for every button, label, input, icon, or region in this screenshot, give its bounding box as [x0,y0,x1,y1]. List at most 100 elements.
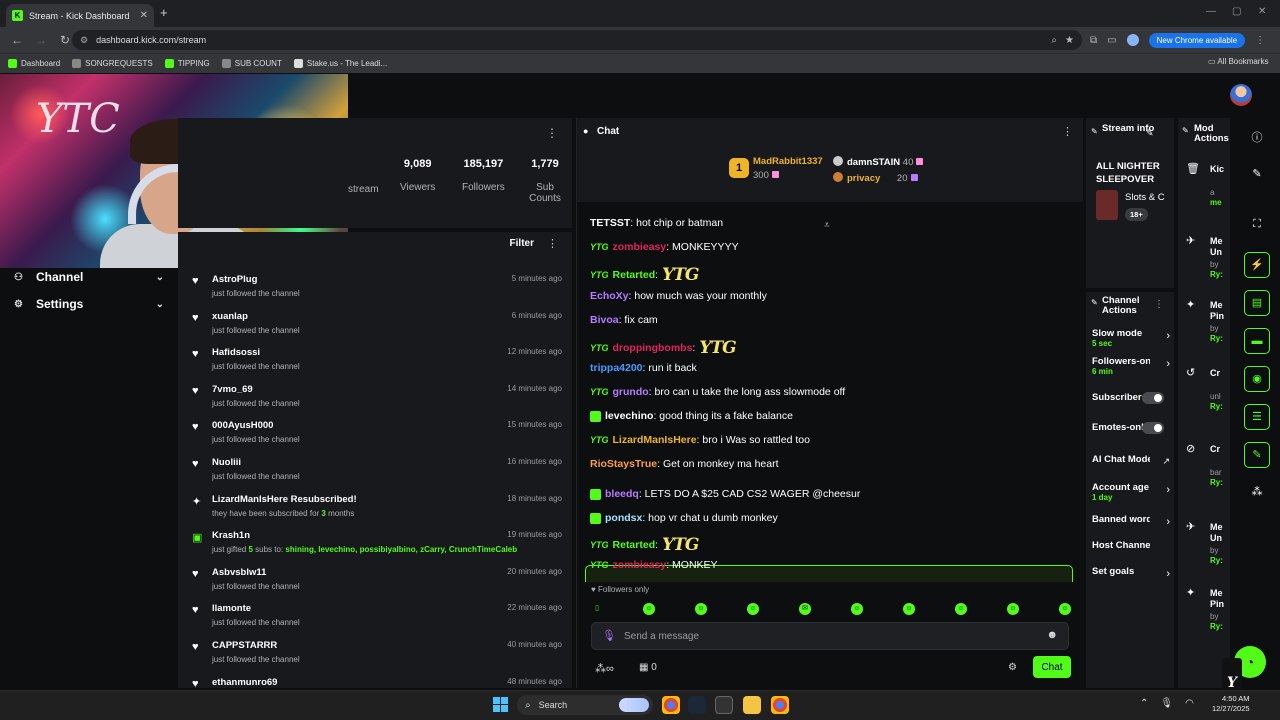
steam-taskbar-icon[interactable] [688,696,706,714]
category-name[interactable]: Slots & Casino [1125,192,1165,203]
feed-item-name[interactable]: AstroPlug [212,274,257,285]
mod-action-user[interactable]: Ry: [1210,270,1223,279]
extensions-icon[interactable]: ⧉ [1090,35,1097,46]
filter-button[interactable]: Filter [510,238,534,249]
feed-item-name[interactable]: 7vmo_69 [212,384,253,395]
emote-icon[interactable]: ☺ [1007,603,1019,615]
chat-username[interactable]: zombieasy [613,559,667,571]
channel-action-item[interactable]: Slow mode 5 sec › [1092,328,1170,348]
microphone-tray-icon[interactable]: 🎙 [1160,698,1173,709]
taskbar-search[interactable]: ⌕ Search [517,695,653,715]
channel-action-item[interactable]: Account age 1 day › [1092,482,1170,502]
chat-username[interactable]: Retarted [613,539,656,551]
settings-taskbar-icon[interactable] [715,696,733,714]
chat-username[interactable]: trippa4200 [590,362,643,374]
maximize-icon[interactable]: ▢ [1232,6,1241,17]
channel-action-item[interactable]: Host Channel [1092,540,1170,551]
apps-icon[interactable]: ⁂ [1244,480,1270,506]
bookmark-stake[interactable]: Stake.us - The Leadi... [293,59,387,68]
second-gifter[interactable]: damnSTAIN 40 [833,156,924,168]
channel-action-item[interactable]: Subscribers [1092,392,1170,404]
feed-item-name[interactable]: Krash1n [212,530,250,541]
new-tab-button[interactable]: + [160,5,168,20]
store-icon[interactable]: ▦ 0 [639,662,657,673]
profile-avatar[interactable] [1126,34,1139,46]
wrench-icon[interactable]: ✎ [1244,442,1270,468]
sidepanel-icon[interactable]: ▭ [1107,35,1116,46]
user-avatar[interactable] [1230,84,1252,106]
site-info-icon[interactable]: ⚙ [80,35,88,46]
chat-username[interactable]: pondsx [605,512,642,524]
emote-icon[interactable]: ☺ [747,603,759,615]
bookmark-star-icon[interactable]: ★ [1065,35,1074,46]
chat-username[interactable]: RioStaysTrue [590,458,657,470]
feed-item-name[interactable]: 000AyusH000 [212,420,273,431]
close-tab-icon[interactable]: ✕ [140,10,148,21]
chrome-taskbar-icon[interactable] [662,696,680,714]
new-chrome-available-button[interactable]: New Chrome available [1148,32,1246,48]
lightning-icon[interactable]: ⚡ [1244,252,1270,278]
channel-action-item[interactable]: AI Chat Moderation ↗ [1092,454,1170,466]
toggle-switch[interactable] [1142,422,1164,434]
channel-action-item[interactable]: Emotes-only [1092,422,1170,434]
feed-item-name[interactable]: xuanlap [212,311,248,322]
channel-actions-menu-icon[interactable]: ⋮ [1154,299,1164,310]
forward-icon[interactable]: → [34,33,48,47]
pencil-icon[interactable]: ✎ [1244,162,1270,188]
third-gifter[interactable]: privacy 20 [833,172,918,184]
feed-item-name[interactable]: Hafidsossi [212,347,260,358]
zoom-icon[interactable]: ⌕ [1051,35,1057,46]
bookmark-songrequests[interactable]: SONGREQUESTS [72,59,153,68]
bookmark-sub-count[interactable]: SUB COUNT [221,59,282,68]
bookmark-tipping[interactable]: TIPPING [164,59,210,68]
mod-action-user[interactable]: Ry: [1210,622,1223,631]
bookmark-dashboard[interactable]: Dashboard [8,59,60,68]
menu-kebab-icon[interactable]: ⋮ [1255,35,1265,46]
chat-username[interactable]: TETSST [590,217,630,229]
infinity-icon[interactable]: ⁂∞ [595,662,614,675]
channel-action-item[interactable]: Set goals › [1092,566,1170,580]
chat-username[interactable]: Retarted [613,269,656,281]
close-window-icon[interactable]: ✕ [1258,6,1266,17]
stats-menu-icon[interactable]: ⋮ [546,126,558,140]
all-bookmarks-button[interactable]: ▭ All Bookmarks [1208,57,1268,66]
emote-icon[interactable]: ✉ [799,603,811,615]
chat-settings-icon[interactable]: ⚙ [1008,662,1017,673]
mod-action-user[interactable]: Ry: [1210,334,1223,343]
windows-start-icon[interactable] [493,697,508,712]
emote-icon[interactable]: ☺ [955,603,967,615]
emote-icon[interactable]: ☺ [1059,603,1071,615]
reload-icon[interactable]: ↻ [58,33,72,47]
mod-action-user[interactable]: Ry: [1210,556,1223,565]
feed-item-name[interactable]: CAPPSTARRR [212,640,277,651]
back-icon[interactable]: ← [10,33,24,47]
feed-item-name[interactable]: Nuoliii [212,457,241,468]
feed-item-name[interactable]: llamonte [212,603,251,614]
chat-username[interactable]: LizardManIsHere [613,434,697,446]
feed-item-name[interactable]: LizardManIsHere Resubscribed! [212,494,357,505]
chat-username[interactable]: EchoXy [590,290,629,302]
chrome-alt-taskbar-icon[interactable] [771,696,789,714]
chat-username[interactable]: AALEXANDRO [613,202,687,205]
phone-icon[interactable]: ▯ [591,603,603,615]
chat-username[interactable]: levechino [605,410,653,422]
emote-icon[interactable]: ☺ [851,603,863,615]
file-explorer-taskbar-icon[interactable] [743,696,761,714]
chat-username[interactable]: droppingbombs [613,342,693,354]
channel-action-item[interactable]: Followers-only6 min › [1092,356,1170,376]
feed-menu-icon[interactable]: ⋮ [547,237,558,250]
fullscreen-icon[interactable]: ⛶ [1244,212,1270,238]
top-gifter-name[interactable]: MadRabbit1337 [753,156,823,167]
microphone-icon[interactable]: 🎙 [602,629,616,642]
emoji-icon[interactable]: ☻ [1046,629,1058,641]
sidebar-item-channel[interactable]: ⚇ Channel ⌄ [14,270,164,284]
wifi-icon[interactable]: ◠ [1185,698,1194,709]
chat-username[interactable]: zombieasy [613,241,667,253]
layout-icon[interactable]: ☰ [1244,404,1270,430]
system-clock[interactable]: 4:50 AM 12/27/2025 [1212,694,1250,714]
address-bar[interactable]: ⚙ dashboard.kick.com/stream ⌕ ★ [72,30,1082,50]
emote-icon[interactable]: ☺ [695,603,707,615]
browser-tab[interactable]: K Stream - Kick Dashboard ✕ [6,4,154,27]
sidebar-item-settings[interactable]: ⚙ Settings ⌄ [14,297,164,311]
chat-username[interactable]: Bivoa [590,314,619,326]
